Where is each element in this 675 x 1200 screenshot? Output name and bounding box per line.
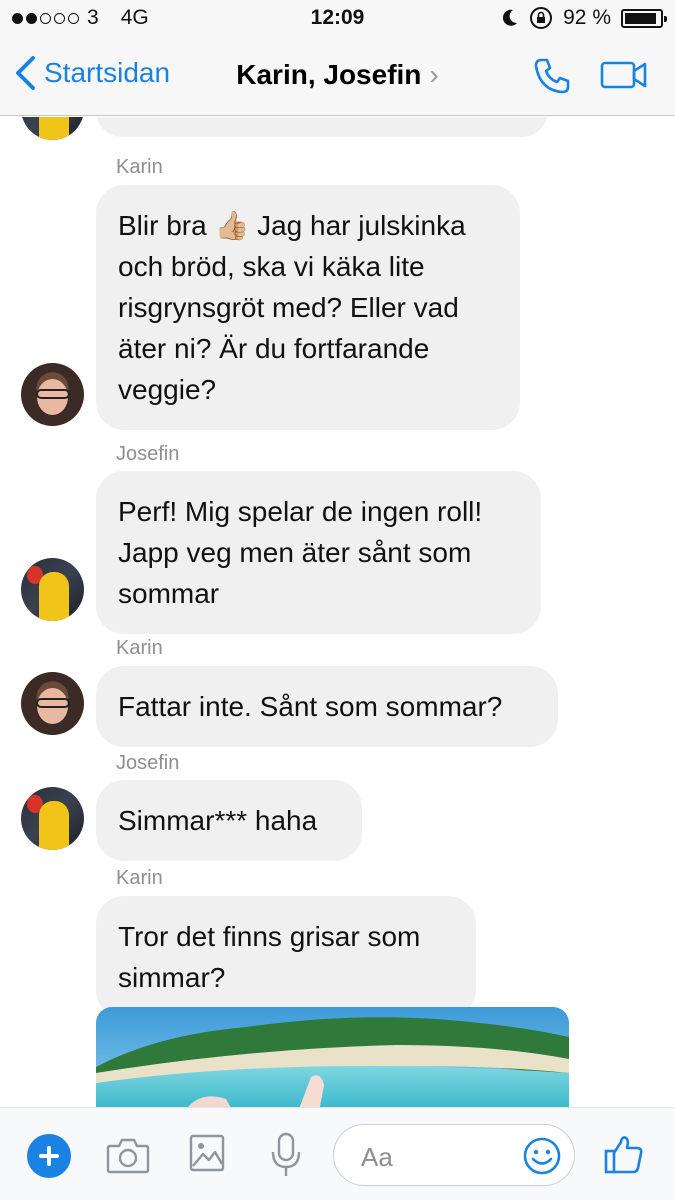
avatar-karin[interactable] (21, 363, 84, 426)
avatar-josefin[interactable] (21, 117, 84, 140)
message-input[interactable]: Aa (333, 1124, 575, 1186)
voice-call-button[interactable] (532, 56, 572, 101)
message-list[interactable]: Karin Blir bra 👍🏼 Jag har julskinka och … (0, 117, 675, 1107)
status-icons: 92 % (501, 6, 667, 30)
avatar-josefin[interactable] (21, 558, 84, 621)
microphone-icon (271, 1132, 301, 1176)
add-button[interactable] (27, 1134, 71, 1178)
message-bubble[interactable]: Simmar*** haha (96, 780, 362, 861)
moon-icon (503, 9, 518, 26)
message-bubble[interactable]: Perf! Mig spelar de ingen roll! Japp veg… (96, 471, 541, 634)
beach-photo-image (96, 1007, 569, 1107)
smiley-icon (523, 1137, 561, 1175)
image-icon (189, 1134, 225, 1172)
emoji-button[interactable] (522, 1136, 562, 1181)
thumbs-up-icon (604, 1136, 643, 1174)
message-bubble[interactable]: Blir bra 👍🏼 Jag har julskinka och bröd, … (96, 185, 520, 430)
gallery-button[interactable] (189, 1134, 225, 1177)
message-bubble[interactable]: Fattar inte. Sånt som sommar? (96, 666, 558, 747)
sender-name: Josefin (116, 752, 180, 774)
avatar-josefin[interactable] (21, 787, 84, 850)
status-bar: 3 4G 12:09 92 % (0, 0, 675, 38)
message-bubble[interactable]: Tror det finns grisar som simmar? (96, 896, 476, 1018)
sender-name: Karin (116, 156, 163, 178)
video-camera-icon (600, 61, 647, 89)
nav-bar: Startsidan Karin, Josefin › (0, 38, 675, 116)
sender-name: Josefin (116, 443, 180, 465)
video-call-button[interactable] (600, 60, 648, 95)
rotation-lock-icon (530, 7, 553, 29)
battery-percent: 92 % (563, 6, 611, 29)
photo-attachment[interactable] (96, 1007, 569, 1107)
like-button[interactable] (604, 1134, 644, 1179)
battery-icon (621, 8, 667, 28)
voice-message-button[interactable] (270, 1132, 302, 1183)
camera-button[interactable] (106, 1136, 150, 1179)
composer-bar: Aa (0, 1107, 675, 1200)
title-text: Karin, Josefin (236, 59, 422, 90)
sender-name: Karin (116, 637, 163, 659)
avatar-karin[interactable] (21, 672, 84, 735)
camera-icon (106, 1138, 150, 1174)
previous-message-bubble (96, 117, 548, 137)
phone-icon (534, 58, 570, 94)
message-input-placeholder: Aa (361, 1142, 393, 1172)
conversation-title[interactable]: Karin, Josefin › (0, 59, 675, 91)
sender-name: Karin (116, 867, 163, 889)
chevron-right-icon: › (429, 59, 439, 90)
